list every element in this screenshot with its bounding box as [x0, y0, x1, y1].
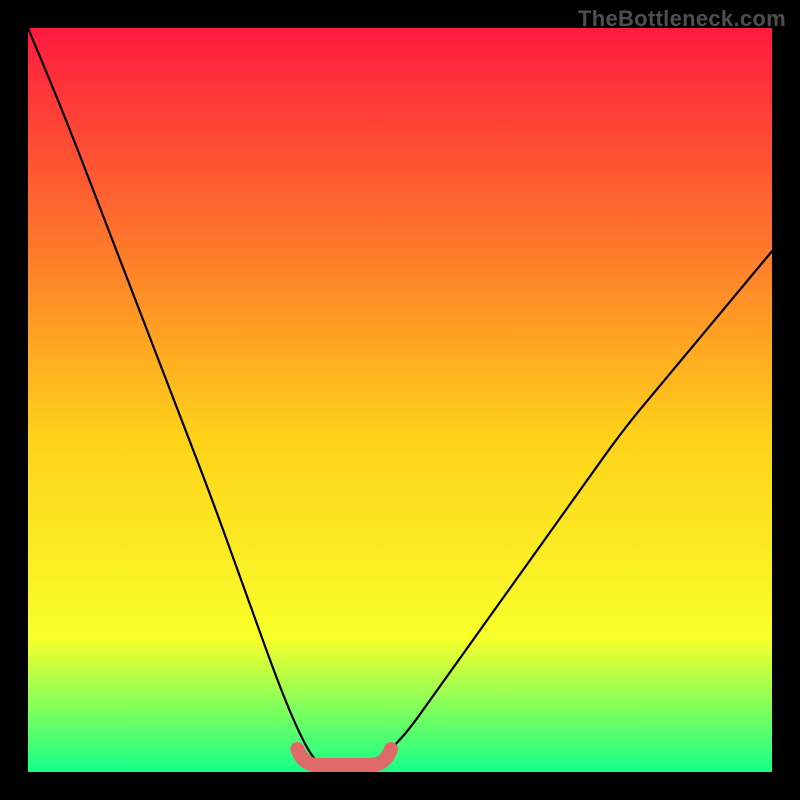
- gradient-background: [28, 28, 772, 772]
- chart-frame: TheBottleneck.com: [0, 0, 800, 800]
- plot-area: [28, 28, 772, 772]
- bottleneck-chart: [28, 28, 772, 772]
- watermark-text: TheBottleneck.com: [578, 6, 786, 32]
